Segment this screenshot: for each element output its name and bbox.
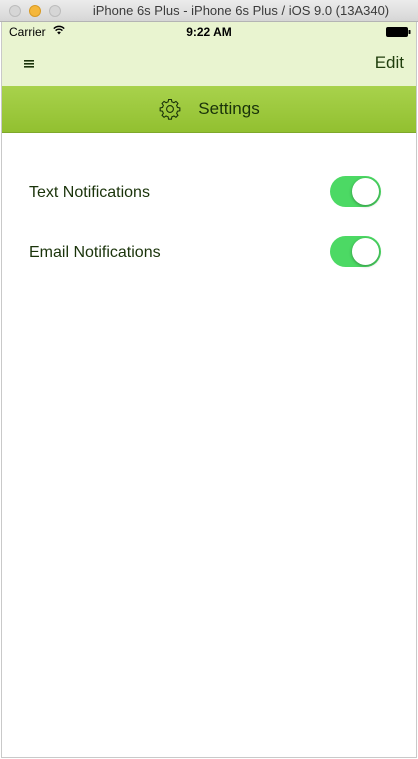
hamburger-menu-icon[interactable] [18, 54, 38, 74]
toggle-knob [352, 178, 379, 205]
settings-header: Settings [2, 86, 416, 133]
simulator-window: iPhone 6s Plus - iPhone 6s Plus / iOS 9.… [0, 0, 418, 759]
window-title-bar: iPhone 6s Plus - iPhone 6s Plus / iOS 9.… [0, 0, 418, 22]
setting-row-text-notifications: Text Notifications [2, 176, 416, 216]
setting-row-email-notifications: Email Notifications [2, 236, 416, 276]
device-screen: Carrier 9:22 AM Edit Settings Text Notif… [1, 22, 417, 758]
window-title: iPhone 6s Plus - iPhone 6s Plus / iOS 9.… [92, 3, 390, 18]
edit-button[interactable]: Edit [375, 53, 404, 73]
gear-icon [159, 98, 181, 120]
navigation-bar: Edit [2, 42, 416, 86]
toggle-knob [352, 238, 379, 265]
status-bar: Carrier 9:22 AM [2, 22, 416, 42]
email-notifications-toggle[interactable] [330, 236, 381, 267]
screen-bottom-edge [2, 757, 416, 758]
status-time: 9:22 AM [186, 25, 232, 39]
setting-label: Email Notifications [29, 244, 161, 261]
text-notifications-toggle[interactable] [330, 176, 381, 207]
close-window-button[interactable] [9, 5, 21, 17]
setting-label: Text Notifications [29, 184, 150, 201]
minimize-window-button[interactable] [29, 5, 41, 17]
page-title: Settings [198, 99, 260, 118]
battery-full-icon [386, 27, 411, 37]
zoom-window-button[interactable] [49, 5, 61, 17]
